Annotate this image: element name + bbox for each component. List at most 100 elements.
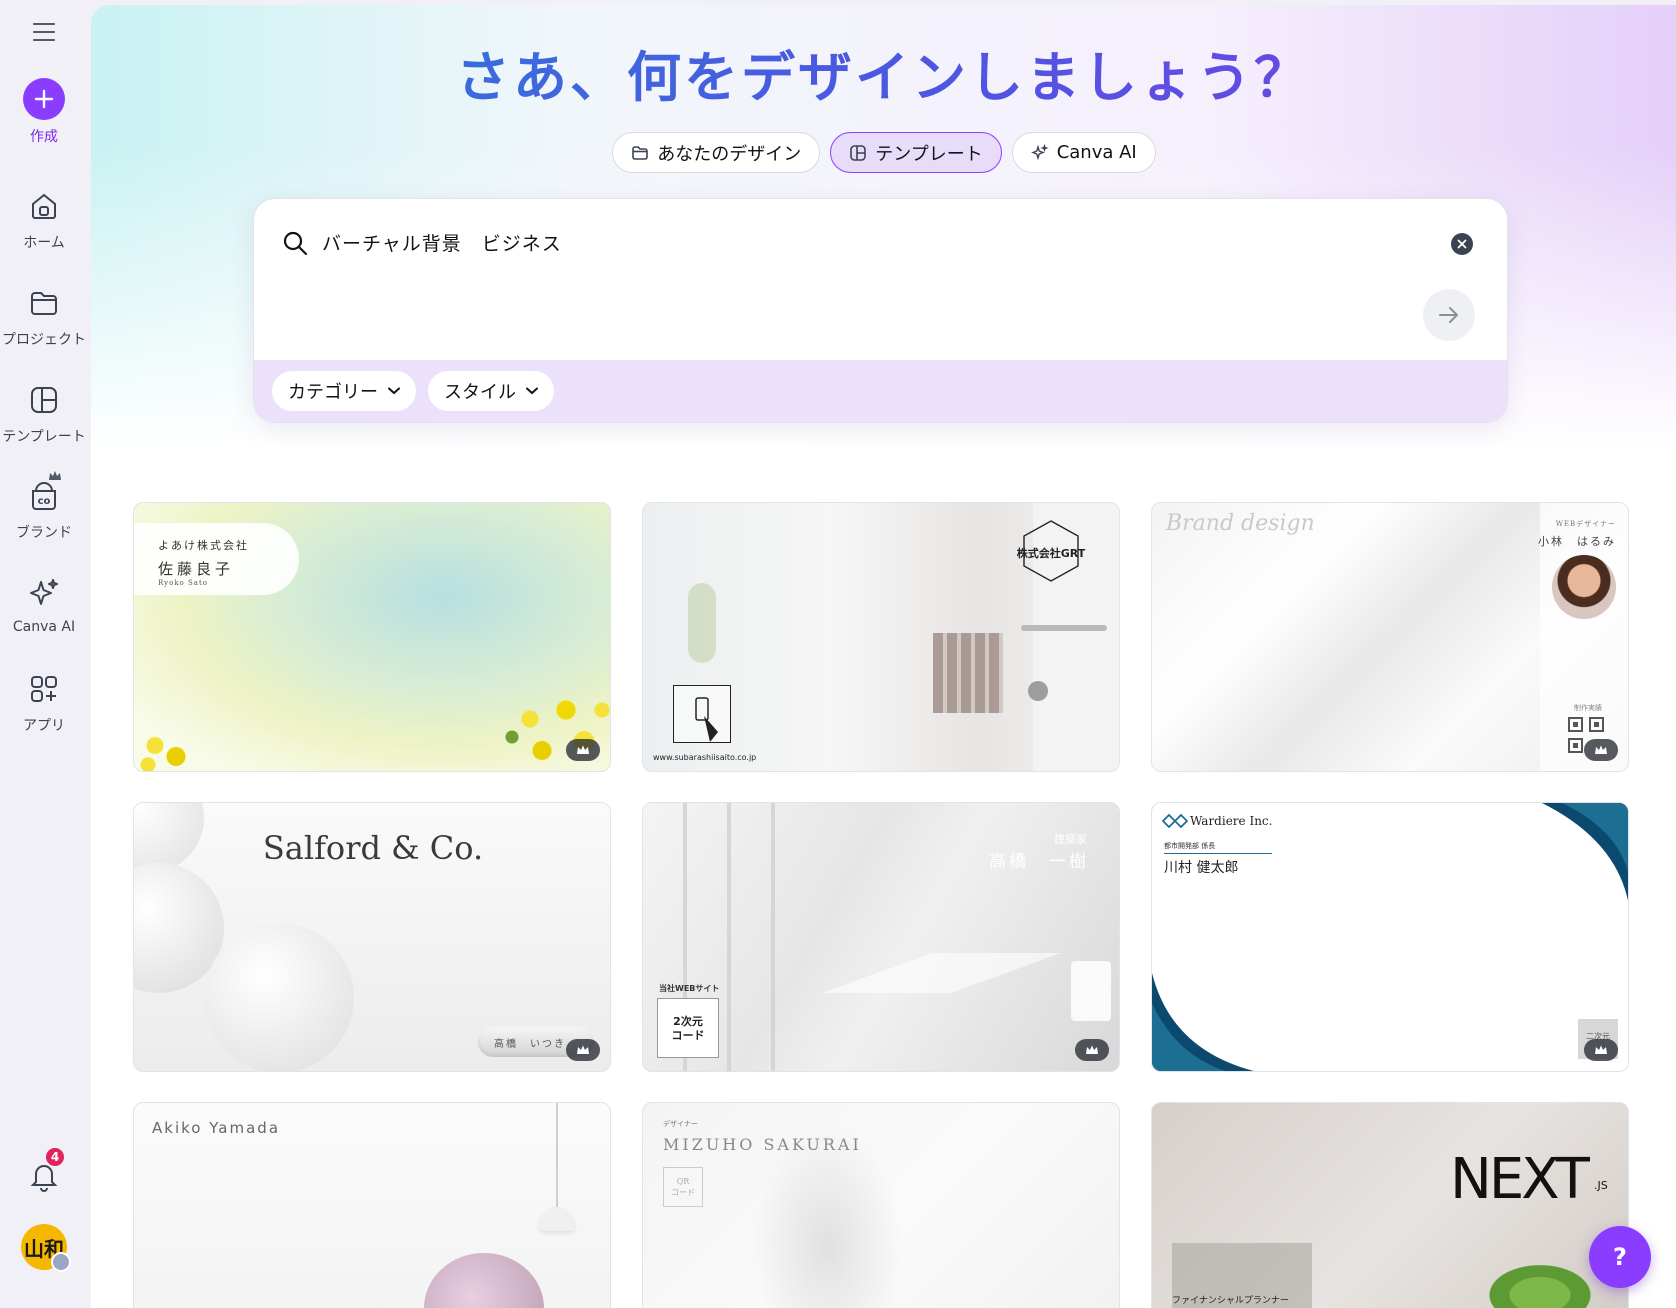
apps-icon [22, 667, 66, 711]
template-card[interactable]: Akiko Yamada [133, 1102, 611, 1308]
notification-count-badge: 4 [44, 1146, 66, 1168]
qr-placeholder: QR コード [663, 1167, 703, 1207]
company-name: Salford & Co. [262, 829, 484, 867]
profile-photo [1552, 555, 1616, 619]
door-handle [1021, 625, 1107, 631]
sphere-decoration [204, 923, 354, 1071]
leaf-shadow [753, 1123, 903, 1308]
sidebar-item-apps[interactable]: アプリ [0, 667, 88, 735]
template-card[interactable]: 株式会社GRT www.subarashiisaito.co.jp [642, 502, 1120, 772]
job-title: WEBデザイナー [1555, 520, 1616, 528]
qr-caption: 制作実績 [1574, 704, 1602, 712]
search-row: バーチャル背景 ビジネス [282, 229, 562, 256]
blurred-shelf [933, 633, 1003, 713]
submit-search-button[interactable] [1423, 289, 1475, 341]
blurred-plant [688, 583, 716, 663]
template-card[interactable]: Wardiere Inc. 都市開発部 係長 川村 健太郎 二次元 [1151, 802, 1629, 1072]
tab-label: テンプレート [875, 143, 983, 165]
main-panel: さあ、何をデザインしましょう？ あなたのデザイン テンプレート Canva AI… [91, 5, 1676, 1308]
company-name: よあけ株式会社 [158, 539, 249, 552]
sidebar-item-brand[interactable]: co ブランド [0, 471, 88, 542]
sidebar-create-button[interactable]: 作成 [0, 78, 88, 146]
style-filter-dropdown[interactable]: スタイル [428, 371, 554, 411]
sparkle-icon [22, 571, 66, 615]
mimosa-decoration [134, 718, 204, 771]
sidebar-item-projects[interactable]: プロジェクト [0, 281, 88, 349]
brand-script: Brand design [1166, 511, 1315, 536]
template-card[interactable]: よあけ株式会社 佐藤良子 Ryoko Sato [133, 502, 611, 772]
brand-logo-suffix: .JS [1594, 1179, 1608, 1192]
tab-templates[interactable]: テンプレート [830, 132, 1002, 173]
clear-search-button[interactable] [1451, 233, 1473, 255]
filter-bar: カテゴリー スタイル [254, 360, 1507, 422]
sidebar-item-label: ホーム [23, 235, 65, 251]
hamburger-menu-icon[interactable] [26, 16, 62, 48]
tab-canva-ai[interactable]: Canva AI [1011, 132, 1156, 173]
person-name: Akiko Yamada [152, 1119, 281, 1137]
qr-placeholder: 2次元 コード [657, 998, 719, 1058]
person-name: 高橋 いつき [494, 1039, 566, 1050]
crown-icon [577, 745, 589, 754]
website-url: www.subarashiisaito.co.jp [653, 753, 757, 762]
sidebar-item-label: テンプレート [2, 429, 86, 445]
sidebar-item-home[interactable]: ホーム [0, 184, 88, 252]
website-label: 当社WEBサイト [659, 984, 720, 993]
home-icon [22, 184, 66, 228]
premium-badge [1584, 1039, 1618, 1061]
plant-decoration [354, 1293, 394, 1308]
sparkle-icon [1030, 143, 1049, 160]
premium-badge [1584, 739, 1618, 761]
tab-your-designs[interactable]: あなたのデザイン [612, 132, 821, 173]
person-name: 高橋 一樹 [989, 852, 1089, 872]
premium-badge [566, 1039, 600, 1061]
tab-label: Canva AI [1056, 142, 1137, 163]
svg-text:co: co [38, 496, 51, 507]
lamp-cord [556, 1103, 558, 1223]
avatar[interactable]: 山和 [21, 1224, 71, 1272]
template-card[interactable]: Salford & Co. 高橋 いつき [133, 802, 611, 1072]
filter-label: スタイル [444, 382, 516, 403]
brand-logo: NEXT [1450, 1147, 1590, 1212]
tab-label: あなたのデザイン [657, 143, 802, 165]
wave-decoration [1152, 803, 1628, 1071]
template-card[interactable]: デザイナー MIZUHO SAKURAI QR コード [642, 1102, 1120, 1308]
help-button[interactable]: ? [1589, 1226, 1651, 1288]
search-input[interactable]: バーチャル背景 ビジネス [322, 229, 562, 256]
notifications-button[interactable]: 4 [20, 1146, 68, 1200]
job-title: 建築家 [1054, 833, 1087, 846]
chair-decoration [1071, 961, 1111, 1021]
crown-icon [577, 1045, 589, 1054]
pink-chair [424, 1253, 544, 1308]
premium-badge [566, 739, 600, 761]
sidebar-item-label: プロジェクト [2, 332, 86, 348]
arrow-right-icon [1439, 307, 1458, 323]
category-filter-dropdown[interactable]: カテゴリー [272, 371, 416, 411]
crown-icon [1086, 1045, 1098, 1054]
door-lock [1028, 681, 1048, 701]
job-title: デザイナー [663, 1120, 698, 1128]
qr-phone-frame [673, 685, 731, 743]
sidebar-item-label: ブランド [16, 525, 72, 541]
sidebar-item-label: アプリ [23, 718, 65, 734]
account-sub-avatar [51, 1252, 71, 1272]
brand-icon: co [22, 471, 66, 518]
template-card[interactable]: Brand design WEBデザイナー 小林 はるみ 制作実績 [1151, 502, 1629, 772]
sidebar-item-templates[interactable]: テンプレート [0, 378, 88, 446]
phone-hand-icon [695, 697, 718, 742]
folder-icon [22, 281, 66, 325]
template-card[interactable]: 建築家 高橋 一樹 当社WEBサイト 2次元 コード [642, 802, 1120, 1072]
crown-icon [1595, 745, 1607, 754]
crown-icon [49, 471, 61, 480]
close-icon [1457, 239, 1467, 249]
template-card[interactable]: NEXT .JS ファイナンシャルプランナー [1151, 1102, 1629, 1308]
premium-badge [1075, 1039, 1109, 1061]
template-icon [850, 144, 867, 161]
sidebar-item-canva-ai[interactable]: Canva AI [0, 571, 88, 635]
person-roman-name: Ryoko Sato [158, 579, 208, 587]
pendant-lamp [540, 1207, 574, 1231]
search-card: バーチャル背景 ビジネス カテゴリー スタイル [253, 198, 1508, 423]
plus-icon [23, 78, 65, 120]
sidebar-item-label: Canva AI [12, 619, 76, 635]
search-icon [283, 231, 308, 255]
page-title: さあ、何をデザインしましょう？ [91, 33, 1676, 112]
